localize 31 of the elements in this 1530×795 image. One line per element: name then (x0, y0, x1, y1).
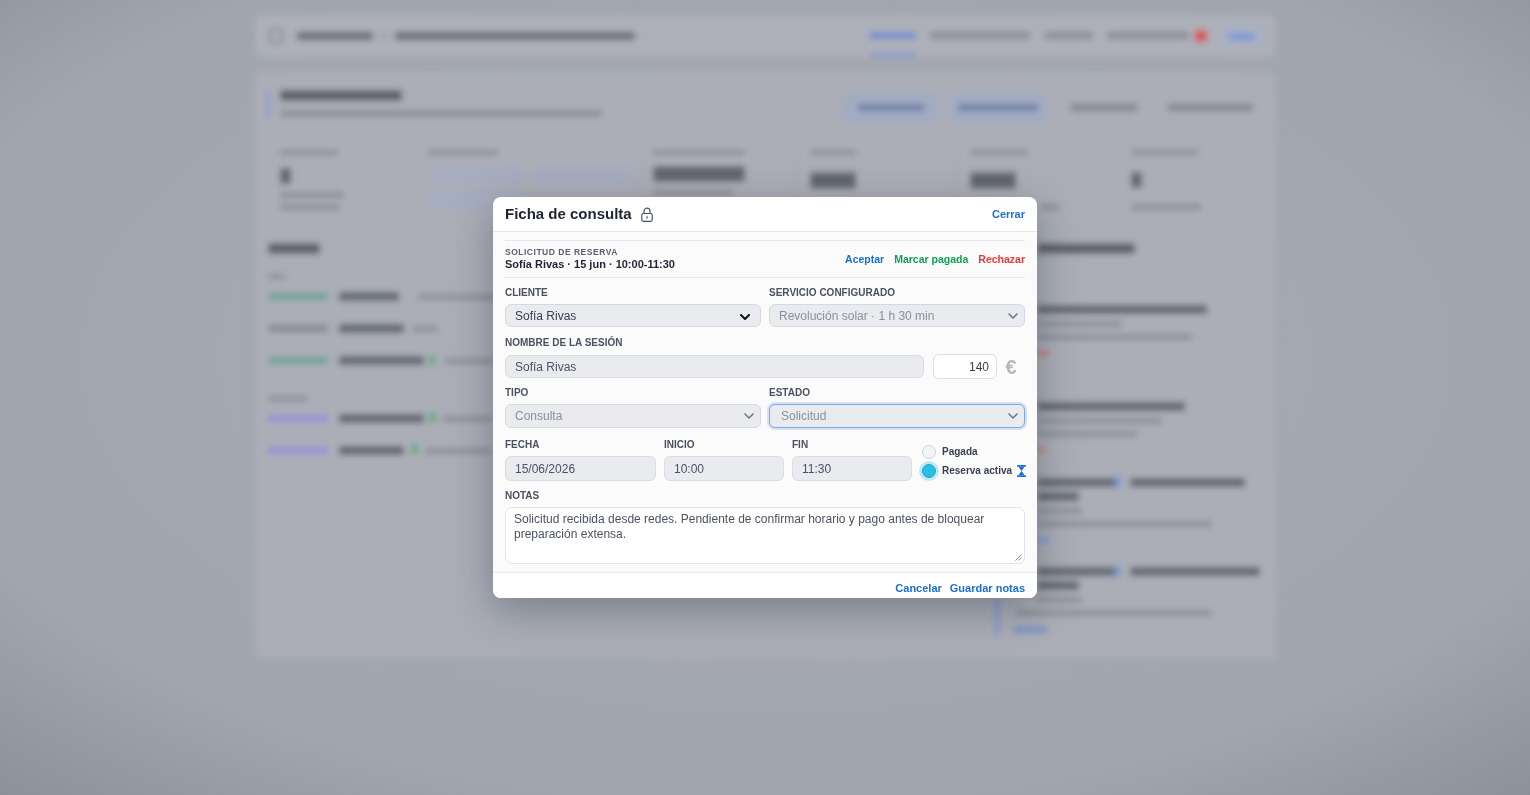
chevron-down-icon (744, 413, 754, 419)
price-field[interactable]: 140 (933, 354, 997, 379)
request-action-link[interactable]: Aceptar (845, 252, 885, 266)
field-label: FIN (792, 439, 810, 451)
radio-button[interactable] (922, 463, 936, 478)
footer-link[interactable]: Cancelar (895, 580, 942, 595)
lock-icon (640, 206, 653, 222)
request-heading: SOLICITUD DE RESERVA (505, 247, 619, 258)
request-action-link[interactable]: Rechazar (978, 252, 1025, 266)
dropdown[interactable]: Sofía Rivas (505, 304, 761, 327)
chevron-down-icon (740, 314, 750, 320)
chevron-down-icon (1008, 312, 1018, 319)
field-label: CLIENTE (505, 287, 549, 299)
dialog-title: Ficha de consulta (505, 205, 632, 223)
field-label: ESTADO (769, 387, 811, 399)
radio-label[interactable]: Reserva activa (942, 464, 1013, 477)
footer-link[interactable]: Guardar notas (949, 580, 1025, 595)
field-label: NOMBRE DE LA SESIÓN (505, 337, 624, 349)
request-summary: Sofía Rivas · 15 jun · 10:00-11:30 (505, 258, 675, 271)
field-label: INICIO (664, 439, 696, 451)
close-link[interactable]: Cerrar (991, 207, 1025, 221)
field-label: NOTAS (505, 490, 541, 502)
resize-handle-icon (1015, 554, 1022, 561)
radio-label[interactable]: Pagada (942, 445, 978, 458)
currency-symbol: € (1004, 355, 1018, 378)
chevron-down-icon (1008, 413, 1018, 419)
notes-field[interactable]: Solicitud recibida desde redes. Pendiente de confirmar horario y pago antes de bloquear preparación extensa. (505, 507, 1025, 564)
radio-button[interactable] (922, 444, 936, 459)
field-label: TIPO (505, 387, 530, 399)
field-label: SERVICIO CONFIGURADO (769, 287, 896, 299)
field-label: FECHA (505, 439, 541, 451)
